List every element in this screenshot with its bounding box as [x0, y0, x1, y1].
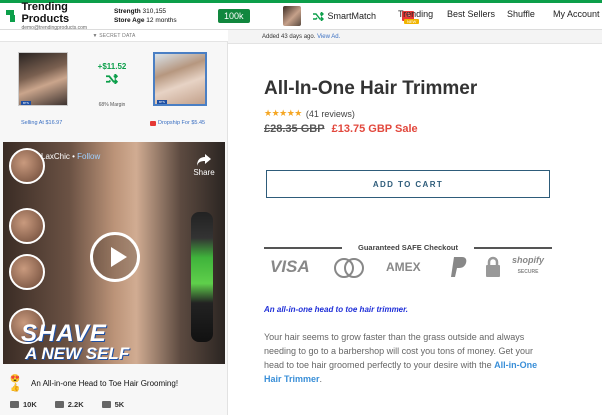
creator-name[interactable]: LaxChic • Follow	[41, 152, 100, 161]
thumb-tag: BTS	[157, 100, 167, 104]
engagement-metrics: 10K 2.2K 5K	[10, 400, 142, 409]
star-rating-icon: ★★★★★	[264, 108, 302, 118]
product-title: All-In-One Hair Trimmer	[264, 78, 478, 99]
strength-value: 310,155	[142, 8, 167, 15]
store-age-value: 12 months	[146, 17, 177, 24]
caption-emoji: 😍👍	[10, 374, 20, 392]
original-price: £28.35 GBP	[264, 123, 325, 135]
nav-best-sellers[interactable]: Best Sellers	[447, 9, 495, 19]
page: Trending Products demo@trendingproducts.…	[0, 0, 602, 415]
thumb-tag: BTS	[21, 101, 31, 105]
description: Your hair seems to grow faster than the …	[264, 332, 538, 384]
price-block: £28.35 GBP £13.75 GBP Sale	[264, 123, 418, 135]
video-subheadline: A NEW SELF	[25, 344, 130, 363]
sale-price: £13.75 GBP Sale	[331, 123, 418, 135]
secret-data-toggle[interactable]: ▼ SECRET DATA	[0, 30, 228, 42]
margin-percent: 68% Margin	[98, 102, 126, 108]
view-ad-link[interactable]: View Ad.	[317, 34, 340, 40]
add-to-cart-button[interactable]: ADD TO CART	[266, 170, 550, 198]
video-thumb-circle	[9, 148, 45, 184]
share-button[interactable]: Share	[193, 154, 215, 177]
nav-trending[interactable]: Trending	[398, 9, 433, 19]
smartmatch-button[interactable]: SmartMatch	[312, 11, 377, 21]
margin-box: +$11.52 68% Margin	[92, 62, 132, 108]
dropship-link[interactable]: Dropship For $5.45	[150, 120, 205, 126]
product-thumbnail-selling[interactable]: BTS	[18, 52, 68, 106]
margin-price: +$11.52	[97, 62, 127, 71]
mastercard-icon	[334, 258, 364, 278]
like-icon	[10, 401, 19, 408]
store-age-label: Store Age	[114, 17, 145, 24]
likes-metric[interactable]: 10K	[10, 400, 37, 409]
smartmatch-label: SmartMatch	[327, 11, 377, 21]
amex-icon: AMEX	[386, 260, 421, 274]
comments-metric[interactable]: 2.2K	[54, 400, 84, 409]
video-thumb-circle	[9, 254, 45, 290]
nav-my-account[interactable]: My Account	[553, 9, 600, 19]
nav-shuffle[interactable]: Shuffle	[507, 9, 535, 19]
brand-logo[interactable]: Trending Products demo@trendingproducts.…	[6, 1, 106, 32]
selling-at-link[interactable]: Selling At $16.97	[21, 120, 62, 126]
video-ad[interactable]: LaxChic • Follow Share SHAVE A NEW SELF	[3, 142, 225, 364]
paypal-icon	[451, 257, 467, 277]
follow-link[interactable]: Follow	[77, 152, 100, 161]
score-badge[interactable]: 100k	[218, 9, 250, 23]
safe-checkout-badges: Guaranteed SAFE Checkout VISA AMEX shopi…	[264, 242, 552, 282]
added-text: Added 43 days ago.	[262, 34, 316, 40]
description-title: An all-in-one head to toe hair trimmer.	[264, 305, 409, 314]
shuffle-icon	[312, 11, 324, 21]
logo-title: Trending Products	[21, 0, 70, 25]
share-icon	[197, 154, 211, 166]
play-button[interactable]	[90, 232, 140, 282]
checkout-label: Guaranteed SAFE Checkout	[357, 243, 459, 252]
added-info-bar: Added 43 days ago. View Ad.	[228, 30, 602, 44]
shares-metric[interactable]: 5K	[101, 400, 124, 409]
rating[interactable]: ★★★★★ (41 reviews)	[264, 108, 355, 119]
aliexpress-icon	[150, 120, 156, 126]
visa-icon: VISA	[270, 257, 310, 276]
caption-text: An All-in-one Head to Toe Hair Grooming!	[31, 378, 179, 388]
video-thumb-circle	[9, 208, 45, 244]
review-count: (41 reviews)	[305, 108, 355, 119]
product-thumbnail-dropship[interactable]: BTS	[153, 52, 207, 106]
lock-icon	[486, 256, 500, 277]
shuffle-icon	[106, 73, 119, 85]
avatar[interactable]	[282, 6, 301, 26]
ad-caption: 😍👍 An All-in-one Head to Toe Hair Groomi…	[10, 374, 178, 392]
share-arrow-icon	[101, 401, 111, 408]
strength-label: Strength	[114, 8, 141, 15]
shopify-secure-icon: shopify SECURE	[512, 255, 545, 275]
store-stats: Strength 310,155 Store Age 12 months	[114, 7, 206, 25]
trending-new-badge: NEW	[404, 19, 420, 24]
comment-icon	[54, 401, 64, 408]
secret-data-panel: ▼ SECRET DATA BTS BTS +$11.52 68% Margin…	[0, 30, 228, 415]
trimmer-image	[191, 212, 213, 342]
logo-icon	[6, 10, 16, 22]
